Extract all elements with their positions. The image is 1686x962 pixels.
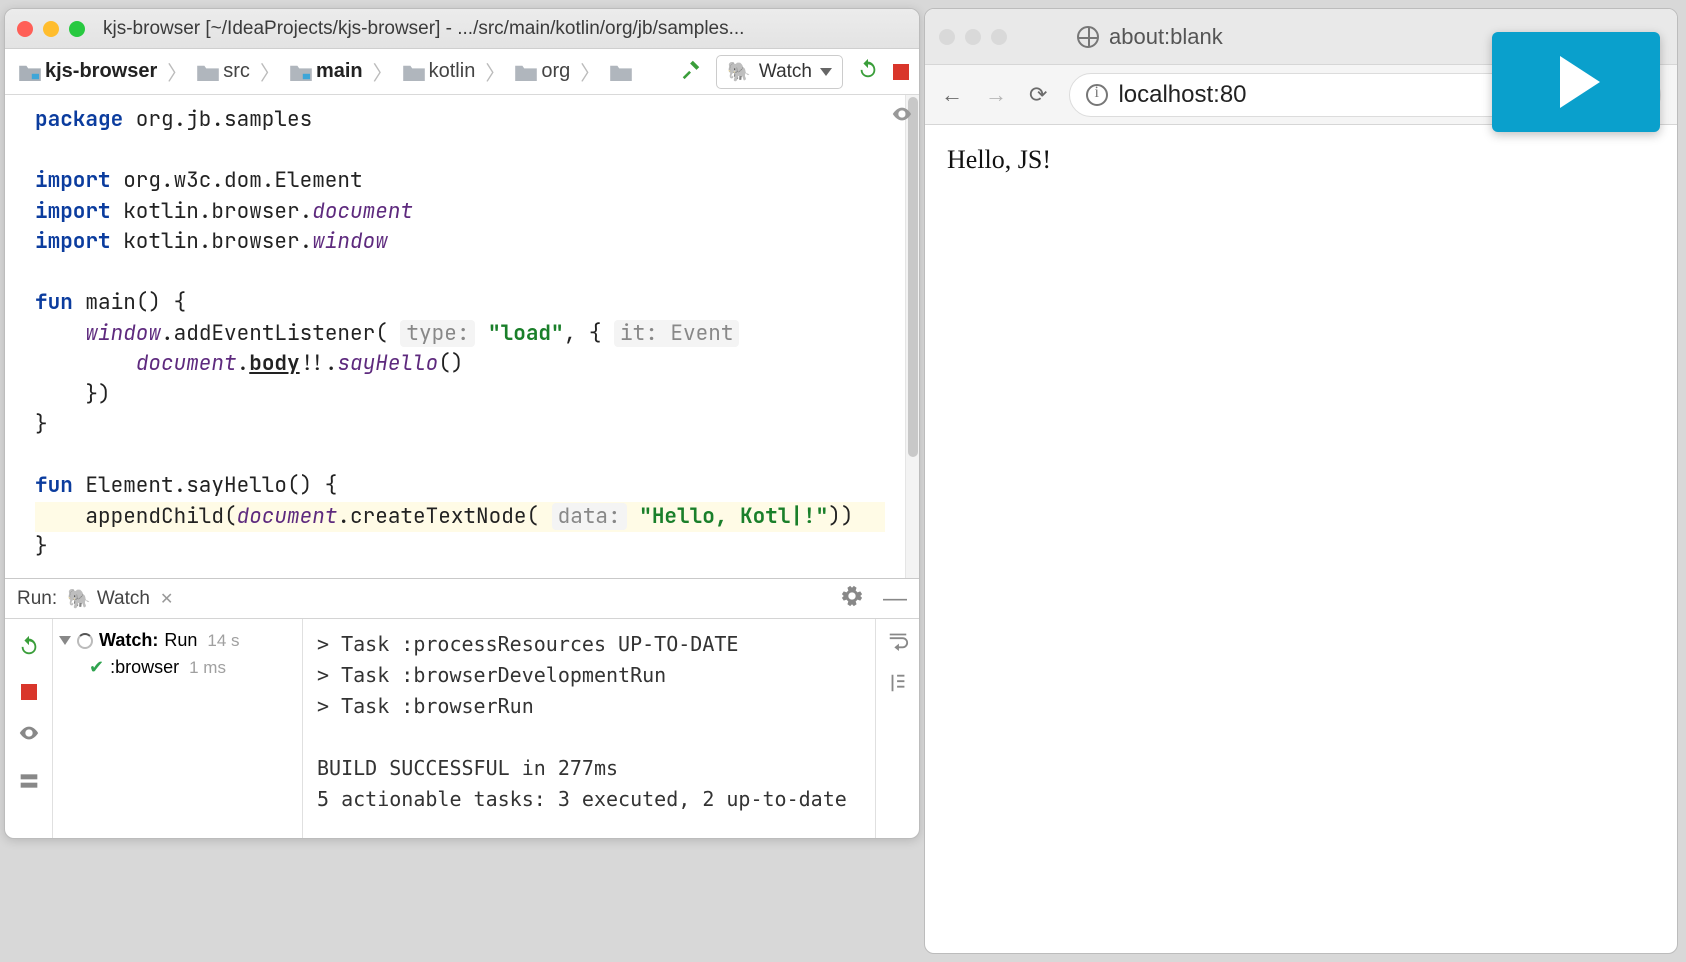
breadcrumb-more[interactable] [606, 61, 636, 83]
run-tree[interactable]: Watch: Run 14 s ✔ :browser 1 ms [53, 619, 303, 838]
close-tab-icon[interactable]: ✕ [156, 589, 173, 609]
site-info-icon[interactable] [1086, 84, 1108, 106]
breadcrumb-label: kotlin [429, 60, 476, 83]
breadcrumb-project[interactable]: kjs-browser [15, 58, 161, 85]
chevron-right-icon: 〉 [483, 57, 507, 86]
breadcrumb-label: kjs-browser [45, 60, 157, 83]
run-gutter [5, 619, 53, 838]
video-play-button[interactable] [1492, 32, 1660, 132]
breadcrumb-label: org [541, 60, 570, 83]
chevron-down-icon [820, 68, 832, 76]
browser-traffic-lights[interactable] [939, 29, 1007, 45]
spinner-icon [77, 633, 93, 649]
minimize-window-icon[interactable] [965, 29, 981, 45]
breadcrumb-main[interactable]: main [286, 58, 367, 85]
code-editor[interactable]: package org.jb.samples import org.w3c.do… [5, 95, 905, 578]
run-toolwindow: Run: 🐘 Watch ✕ — Watch: [5, 578, 919, 838]
settings-icon[interactable] [841, 585, 863, 613]
breadcrumb-label: main [316, 60, 363, 83]
gradle-icon: 🐘 [67, 587, 91, 611]
breadcrumb-kotlin[interactable]: kotlin [399, 58, 480, 85]
chevron-right-icon: 〉 [371, 57, 395, 86]
address-text: localhost:80 [1118, 81, 1246, 109]
scroll-to-end-icon[interactable] [887, 672, 909, 699]
ide-title: kjs-browser [~/IdeaProjects/kjs-browser]… [103, 18, 744, 40]
tree-root[interactable]: Watch: Run 14 s [59, 627, 296, 654]
tab-title: about:blank [1109, 24, 1223, 50]
run-panel-label: Run: [17, 588, 57, 610]
chevron-right-icon: 〉 [578, 57, 602, 86]
run-config-label: Watch [759, 61, 812, 83]
stop-icon[interactable] [893, 64, 909, 80]
window-traffic-lights[interactable] [17, 21, 85, 37]
breadcrumb-src[interactable]: src [193, 58, 254, 85]
layout-icon[interactable] [19, 771, 39, 796]
reload-icon[interactable]: ⟳ [1029, 82, 1047, 108]
ide-toolbar: kjs-browser 〉 src 〉 main 〉 kotlin 〉 org … [5, 49, 919, 95]
run-config-select[interactable]: 🐘 Watch [716, 55, 843, 89]
vertical-scrollbar[interactable] [905, 95, 919, 578]
chevron-right-icon: 〉 [165, 57, 189, 86]
browser-page: Hello, JS! [925, 125, 1677, 953]
breadcrumb-label: src [223, 60, 250, 83]
expand-icon[interactable] [59, 636, 71, 645]
play-icon [1560, 56, 1600, 108]
rerun-icon[interactable] [857, 58, 879, 86]
rerun-icon[interactable] [18, 635, 40, 662]
page-text: Hello, JS! [947, 145, 1051, 174]
forward-icon[interactable]: → [985, 82, 1007, 108]
stop-icon[interactable] [21, 684, 37, 700]
build-icon[interactable] [680, 58, 702, 86]
watch-output-icon[interactable] [18, 722, 40, 749]
chevron-right-icon: 〉 [258, 57, 282, 86]
browser-tab[interactable]: about:blank [1077, 24, 1223, 50]
browser-window: about:blank ← → ⟳ localhost:80 Hello, JS… [924, 8, 1678, 954]
soft-wrap-icon[interactable] [887, 629, 909, 656]
zoom-window-icon[interactable] [69, 21, 85, 37]
tree-child[interactable]: ✔ :browser 1 ms [59, 654, 296, 681]
ide-window: kjs-browser [~/IdeaProjects/kjs-browser]… [4, 8, 920, 839]
scroll-thumb[interactable] [908, 97, 918, 457]
close-window-icon[interactable] [939, 29, 955, 45]
check-icon: ✔ [89, 657, 104, 678]
run-tab[interactable]: 🐘 Watch ✕ [67, 587, 173, 611]
back-icon[interactable]: ← [941, 82, 963, 108]
run-side-toolbar [875, 619, 919, 838]
run-output[interactable]: > Task :processResources UP-TO-DATE > Ta… [303, 619, 875, 838]
close-window-icon[interactable] [17, 21, 33, 37]
zoom-window-icon[interactable] [991, 29, 1007, 45]
minimize-panel-icon[interactable]: — [873, 585, 907, 613]
breadcrumb-org[interactable]: org [511, 58, 574, 85]
run-tab-label: Watch [97, 588, 150, 610]
gradle-icon: 🐘 [727, 60, 751, 84]
ide-titlebar: kjs-browser [~/IdeaProjects/kjs-browser]… [5, 9, 919, 49]
editor[interactable]: package org.jb.samples import org.w3c.do… [5, 95, 919, 578]
minimize-window-icon[interactable] [43, 21, 59, 37]
globe-icon [1077, 26, 1099, 48]
